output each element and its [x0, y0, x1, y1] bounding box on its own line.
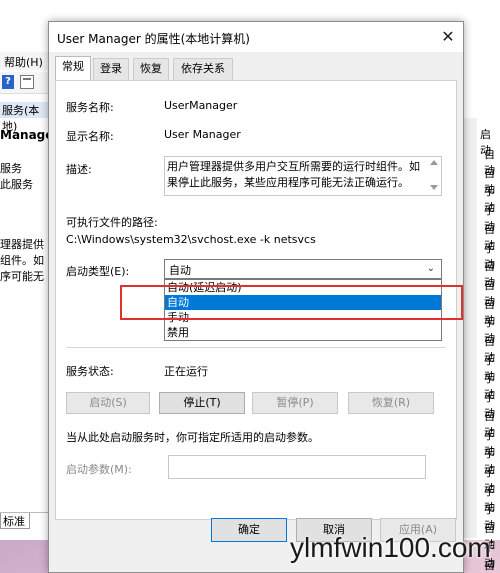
display-name-label: 显示名称:: [66, 130, 114, 143]
startup-type-select[interactable]: 自动 ⌄: [164, 259, 442, 279]
start-button[interactable]: 启动(S): [66, 392, 150, 414]
description-label: 描述:: [66, 163, 92, 176]
help-icon[interactable]: ?: [2, 75, 14, 89]
stop-button[interactable]: 停止(T): [159, 392, 245, 414]
menu-bar: 帮助(H): [0, 52, 48, 70]
ok-button[interactable]: 确定: [211, 518, 287, 542]
tab-standard[interactable]: 标准: [0, 513, 30, 529]
scroll-up-icon[interactable]: [430, 160, 438, 165]
option-disabled[interactable]: 禁用: [165, 325, 441, 340]
chevron-down-icon: ⌄: [426, 263, 435, 274]
exe-path-value: C:\Windows\system32\svchost.exe -k netsv…: [66, 233, 316, 246]
service-name-value: UserManager: [164, 99, 238, 112]
description-box[interactable]: 用户管理器提供多用户交互所需要的运行时组件。如果停止此服务，某些应用程序可能无法…: [164, 156, 442, 196]
display-name-value: User Manager: [164, 128, 241, 141]
exe-path-label: 可执行文件的路径:: [66, 216, 158, 229]
startup-type-label: 启动类型(E):: [66, 265, 130, 278]
service-list-scrollbar[interactable]: [463, 118, 477, 538]
service-status-value: 正在运行: [164, 365, 208, 378]
tab-dependencies[interactable]: 依存关系: [173, 58, 233, 80]
description-text: 用户管理器提供多用户交互所需要的运行时组件。如果停止此服务，某些应用程序可能无法…: [167, 160, 420, 189]
start-params-input[interactable]: [168, 455, 426, 479]
left-pane-text: 理器提供: [0, 238, 44, 251]
divider: [66, 347, 446, 348]
service-status-label: 服务状态:: [66, 365, 114, 378]
left-pane-text: 组件。如: [0, 254, 44, 267]
close-icon[interactable]: ✕: [437, 26, 459, 48]
toolbar: ?: [0, 72, 48, 94]
tab-general[interactable]: 常规: [55, 56, 91, 80]
view-tabs: 标准: [0, 512, 48, 530]
start-params-label: 启动参数(M):: [66, 463, 132, 476]
resume-button[interactable]: 恢复(R): [348, 392, 434, 414]
left-pane-text: 此服务: [0, 178, 33, 191]
title-bar: User Manager 的属性(本地计算机) ✕: [49, 22, 463, 52]
services-tree-item[interactable]: 服务(本地): [0, 102, 48, 133]
watermark: ylmfwin100.com: [290, 532, 491, 563]
annotation-highlight-box: [120, 285, 463, 320]
description-scrollbar[interactable]: [427, 157, 441, 195]
start-params-hint: 当从此处启动服务时，你可指定所适用的启动参数。: [66, 431, 319, 444]
tab-logon[interactable]: 登录: [93, 58, 129, 80]
scroll-down-icon[interactable]: [430, 185, 438, 190]
pause-button[interactable]: 暂停(P): [252, 392, 338, 414]
dialog-title: User Manager 的属性(本地计算机): [57, 32, 250, 46]
menu-help[interactable]: 帮助(H): [4, 54, 43, 70]
properties-icon[interactable]: [20, 75, 34, 89]
tab-recovery[interactable]: 恢复: [133, 58, 169, 80]
startup-type-value: 自动: [169, 264, 191, 277]
left-pane-text: 服务: [0, 162, 22, 175]
left-pane-text: 序可能无: [0, 270, 44, 283]
service-name-label: 服务名称:: [66, 101, 114, 114]
dialog-tabs: 常规 登录 恢复 依存关系: [49, 56, 463, 80]
